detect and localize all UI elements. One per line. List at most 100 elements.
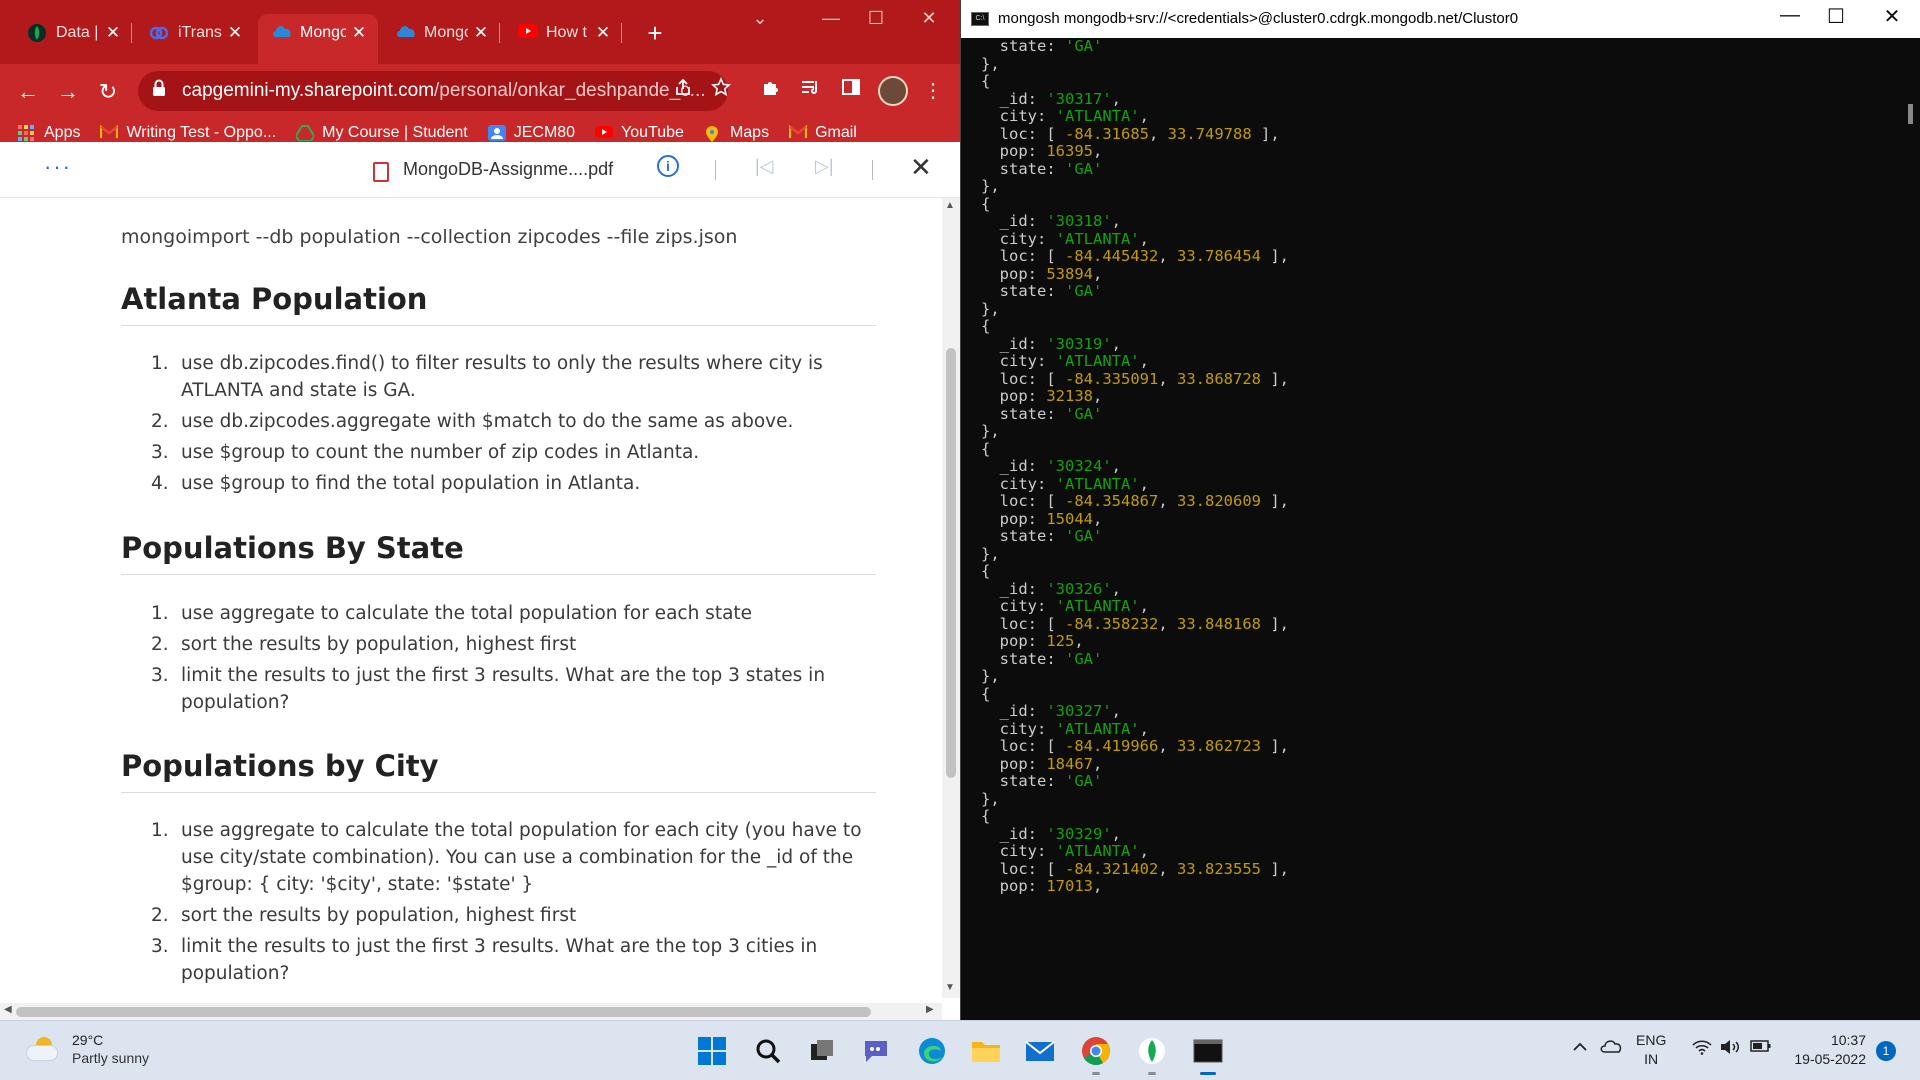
onedrive-cloud-icon[interactable] (1600, 1039, 1622, 1058)
scroll-thumb[interactable] (1908, 104, 1913, 124)
tab-close-icon[interactable]: ✕ (472, 23, 490, 43)
close-window-button[interactable]: ✕ (906, 8, 952, 29)
pdf-document: mongoimport --db population --collection… (0, 198, 942, 1003)
maximize-button[interactable]: ☐ (853, 8, 899, 29)
close-pdf-icon[interactable]: ✕ (910, 152, 932, 183)
list-item: 1. use aggregate to calculate the total p… (151, 603, 753, 624)
section-title: Populations By State (121, 531, 464, 565)
tab-title: iTransf (178, 24, 222, 41)
edge-button[interactable] (914, 1033, 950, 1069)
close-window-button[interactable]: ✕ (1869, 4, 1915, 29)
tab-itransform[interactable]: iTransf ✕ (136, 14, 254, 52)
url-host: capgemini-my.sharepoint.com (182, 80, 435, 101)
terminal-scrollbar[interactable] (1901, 38, 1920, 1020)
scroll-left-icon[interactable]: ◀ (4, 1004, 12, 1015)
tab-close-icon[interactable]: ✕ (350, 23, 368, 43)
scroll-thumb[interactable] (16, 1007, 871, 1017)
wifi-icon[interactable] (1692, 1039, 1712, 1060)
bookmark-gmail[interactable]: Gmail (788, 124, 857, 142)
tab-title: Mongo (300, 24, 346, 41)
tab-close-icon[interactable]: ✕ (226, 23, 244, 43)
tab-youtube[interactable]: How t ✕ (504, 14, 622, 52)
tab-strip: Data | ✕ iTransf ✕ Mongo ✕ Mong ✕ How t … (0, 0, 960, 64)
section-title: Populations by City (121, 749, 439, 783)
bookmark-label: Gmail (815, 124, 857, 141)
mail-icon (1025, 1041, 1055, 1061)
scroll-right-icon[interactable]: ▶ (926, 1004, 934, 1015)
terminal-output[interactable]: state: 'GA' }, { _id: '30317', city: 'AT… (981, 38, 1896, 1020)
bookmark-star-icon[interactable] (706, 76, 736, 106)
folder-icon (972, 1042, 1000, 1062)
show-hidden-icons-icon[interactable] (1572, 1039, 1588, 1057)
tab-search-icon[interactable]: ⌄ (737, 8, 783, 29)
chrome-menu-icon[interactable]: ⋮ (918, 76, 948, 106)
forward-button[interactable]: → (50, 74, 86, 110)
mail-button[interactable] (1022, 1033, 1058, 1069)
import-command: mongoimport --db population --collection… (121, 226, 738, 248)
pdf-file-name: MongoDB-Assignme....pdf (403, 159, 614, 179)
mongodb-leaf-icon (1139, 1038, 1165, 1064)
language-indicator[interactable]: ENG IN (1636, 1031, 1666, 1069)
bookmark-my-course[interactable]: My Course | Student (294, 124, 468, 142)
scroll-thumb[interactable] (946, 348, 956, 778)
tab-data[interactable]: Data | ✕ (14, 14, 132, 52)
new-tab-button[interactable]: + (640, 18, 670, 49)
pdf-file-icon (373, 162, 389, 182)
bookmark-writing-test[interactable]: Writing Test - Oppo... (100, 124, 276, 142)
notification-badge[interactable]: 1 (1876, 1041, 1896, 1061)
clock[interactable]: 10:37 19-05-2022 (1786, 1031, 1866, 1069)
url-path: /personal/onkar_deshpande_c... (434, 80, 706, 101)
apps-grid-icon (18, 125, 36, 141)
minimize-button[interactable]: — (808, 8, 854, 29)
drive-icon (294, 125, 316, 142)
bookmark-label: My Course | Student (322, 124, 468, 141)
scroll-down-icon[interactable]: ▼ (945, 982, 955, 993)
start-button[interactable] (694, 1033, 730, 1069)
more-options-icon[interactable]: ··· (44, 154, 72, 180)
scroll-up-icon[interactable]: ▲ (945, 200, 955, 211)
battery-icon[interactable] (1750, 1039, 1772, 1058)
profile-avatar[interactable] (878, 76, 908, 106)
bookmark-jecm80[interactable]: JECM80 (487, 124, 575, 142)
mongodb-compass-button[interactable] (1134, 1033, 1170, 1069)
section-list: 1. use aggregate to calculate the total p… (0, 817, 880, 991)
chrome-button[interactable] (1078, 1033, 1114, 1069)
info-icon[interactable]: i (657, 155, 679, 177)
terminal-title-bar: C:\ mongosh mongodb+srv://<credentials>@… (961, 0, 1920, 38)
address-bar[interactable]: capgemini-my.sharepoint.com/personal/onk… (138, 71, 728, 111)
side-panel-icon[interactable] (836, 76, 866, 106)
tab-close-icon[interactable]: ✕ (594, 23, 612, 43)
tab-close-icon[interactable]: ✕ (104, 23, 122, 43)
horizontal-scrollbar[interactable]: ◀ ▶ (0, 1003, 942, 1020)
tab-title: Mongo (424, 24, 468, 41)
maximize-button[interactable]: ☐ (1813, 4, 1859, 29)
reading-list-icon[interactable] (796, 76, 826, 106)
file-explorer-button[interactable] (968, 1033, 1004, 1069)
desktop: Data | ✕ iTransf ✕ Mongo ✕ Mong ✕ How t … (0, 0, 1920, 1080)
weather-widget[interactable]: 29°C Partly sunny (26, 1031, 149, 1067)
bookmark-apps[interactable]: Apps (18, 124, 80, 142)
task-view-button[interactable] (804, 1033, 840, 1069)
reload-button[interactable]: ↻ (90, 74, 126, 110)
last-page-icon[interactable]: ▷| (815, 156, 834, 177)
list-item: 2. use db.zipcodes.aggregate with $match … (151, 411, 794, 432)
vertical-scrollbar[interactable]: ▲ ▼ (942, 198, 960, 998)
tab-mongodb-pdf-active[interactable]: Mongo ✕ (258, 14, 378, 64)
youtube-icon (595, 125, 614, 141)
minimize-button[interactable]: — (1767, 4, 1813, 27)
share-icon[interactable] (668, 76, 698, 106)
bookmark-label: Writing Test - Oppo... (126, 124, 277, 141)
volume-icon[interactable] (1720, 1039, 1742, 1060)
bookmark-youtube[interactable]: YouTube (595, 124, 684, 142)
search-button[interactable] (750, 1033, 786, 1069)
mongodb-leaf-icon (28, 24, 46, 42)
first-page-icon[interactable]: |◁ (755, 156, 774, 177)
extensions-puzzle-icon[interactable] (756, 76, 786, 106)
teams-chat-button[interactable] (858, 1033, 894, 1069)
tab-mongodb-2[interactable]: Mongo ✕ (382, 14, 500, 52)
terminal-button[interactable] (1190, 1033, 1226, 1069)
running-indicator (1092, 1072, 1100, 1075)
bookmark-maps[interactable]: Maps (704, 124, 769, 142)
back-button[interactable]: ← (10, 74, 46, 110)
task-view-icon (811, 1040, 833, 1060)
